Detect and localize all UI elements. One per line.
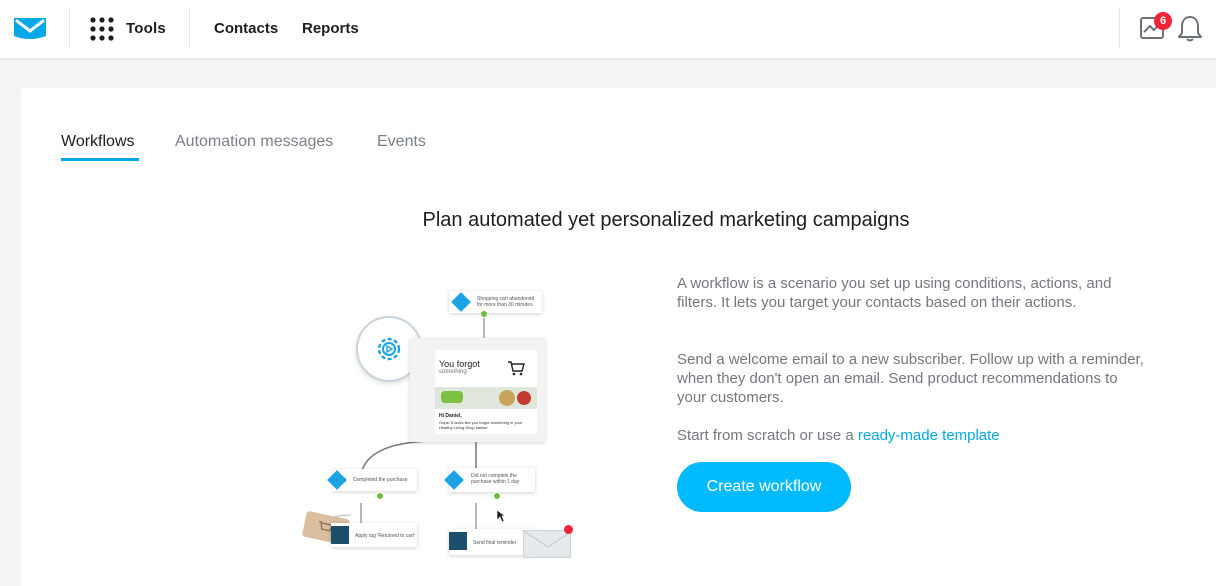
create-workflow-button[interactable]: Create workflow: [677, 462, 851, 512]
ready-made-template-link[interactable]: ready-made template: [858, 427, 1000, 444]
tab-events[interactable]: Events: [377, 133, 426, 151]
tab-automation-messages[interactable]: Automation messages: [175, 133, 333, 151]
envelope-shape: [523, 530, 572, 558]
product-image: [435, 387, 537, 409]
workflow-illustration: Shopping cart abandoned for more than 30…: [271, 283, 591, 583]
page-headline: Plan automated yet personalized marketin…: [422, 209, 910, 231]
cart-icon: [508, 361, 525, 376]
apple-shape: [517, 391, 531, 405]
check-dot-icon: [480, 310, 488, 318]
email-body: You forgot something Hi Daniel, Oops! It…: [435, 350, 537, 434]
alert-dot-icon: [564, 525, 573, 534]
nav-contacts[interactable]: Contacts: [214, 20, 278, 37]
top-bar: Tools Contacts Reports 6: [0, 0, 1216, 58]
envelope-flap: [524, 531, 572, 548]
check-dot-icon: [376, 492, 384, 500]
divider: [69, 8, 70, 48]
description-paragraph: A workflow is a scenario you set up usin…: [677, 275, 1112, 311]
notification-badge: 6: [1154, 12, 1172, 30]
tools-menu[interactable]: Tools: [126, 20, 166, 37]
workflows-card: Workflows Automation messages Events Pla…: [21, 88, 1216, 586]
email-preview-card: You forgot something Hi Daniel, Oops! It…: [410, 338, 545, 442]
dumbbell-shape: [441, 391, 463, 403]
bell-icon[interactable]: [1177, 14, 1203, 42]
divider: [1119, 8, 1120, 48]
nav-reports[interactable]: Reports: [302, 20, 359, 37]
getresponse-logo-icon[interactable]: [14, 16, 46, 40]
template-hint-text: Start from scratch or use a: [677, 427, 858, 444]
active-tab-indicator: [61, 158, 139, 161]
tab-workflows[interactable]: Workflows: [61, 133, 135, 151]
tag-icon: [331, 526, 349, 544]
divider: [189, 8, 190, 48]
template-hint: Start from scratch or use a ready-made t…: [677, 426, 1147, 445]
cursor-icon: [496, 509, 506, 523]
mail-icon: [449, 532, 467, 550]
description-paragraph: Send a welcome email to a new subscriber…: [677, 351, 1144, 406]
gear-icon: [377, 337, 401, 361]
check-dot-icon: [493, 492, 501, 500]
food-bowl-shape: [499, 390, 515, 406]
apps-grid-icon[interactable]: [90, 17, 114, 41]
